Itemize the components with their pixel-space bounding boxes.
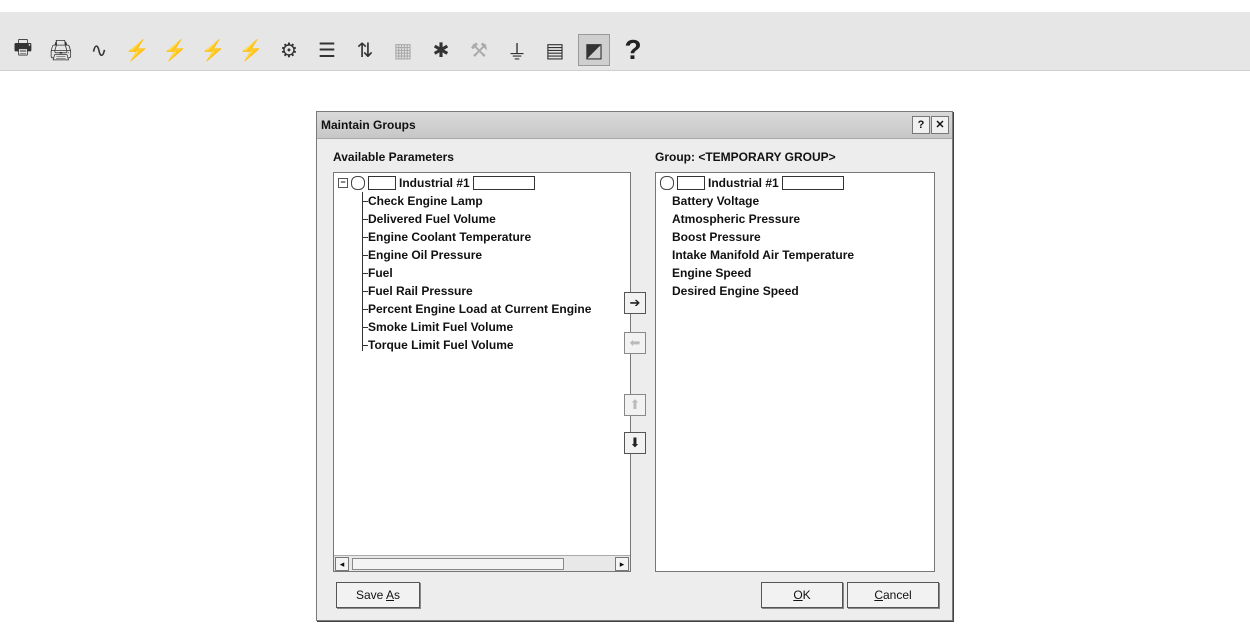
group-root-label: Industrial #1 [708,176,779,190]
root-prefix-box [368,176,396,190]
toolbar: 🖶 🖨 ∿ ⚡ ⚡ ⚡ ⚡ ⚙ ☰ ⇅ ▦ ✱ ⚒ ⏚ ▤ ◩ ? [8,34,648,66]
save-as-mnemonic: A [386,588,395,602]
root-suffix-box [781,176,844,190]
maintain-groups-dialog: Maintain Groups ? ✕ Available Parameters… [316,111,953,621]
group-root-row[interactable]: Industrial #1 [660,174,844,192]
flash-icon[interactable]: ⚡ [160,35,190,65]
list-item[interactable]: Fuel Rail Pressure [362,282,473,300]
tool-icon[interactable]: ⚒ [464,35,494,65]
group-header: Group: <TEMPORARY GROUP> [655,150,836,164]
dialog-titlebar: Maintain Groups ? ✕ [317,112,952,139]
horizontal-scrollbar[interactable]: ◂ ▸ [334,555,630,571]
document-icon[interactable]: ▤ [540,35,570,65]
list-item[interactable]: Engine Speed [672,264,751,282]
available-root-row[interactable]: − Industrial #1 [338,174,535,192]
menu-bar: 🖶 🖨 ∿ ⚡ ⚡ ⚡ ⚡ ⚙ ☰ ⇅ ▦ ✱ ⚒ ⏚ ▤ ◩ ? [0,12,1250,71]
dialog-close-button[interactable]: ✕ [931,116,949,134]
node-icon [660,176,674,190]
list-item[interactable]: Percent Engine Load at Current Engine [362,300,591,318]
list-item[interactable]: Battery Voltage [672,192,759,210]
flash-icon[interactable]: ⚡ [198,35,228,65]
counter-icon[interactable]: ⇅ [350,35,380,65]
print-preview-icon[interactable]: 🖨 [46,35,76,65]
ok-suffix: K [802,588,811,602]
save-as-prefix: Save [355,588,386,602]
bug-icon[interactable]: ✱ [426,35,456,65]
group-parameters-list[interactable]: Industrial #1 Battery Voltage Atmospheric… [655,172,935,572]
waveform-icon[interactable]: ∿ [84,35,114,65]
list-item[interactable]: Intake Manifold Air Temperature [672,246,854,264]
list-item[interactable]: Boost Pressure [672,228,761,246]
available-root-label: Industrial #1 [399,176,470,190]
print-icon[interactable]: 🖶 [8,35,38,65]
save-as-suffix: s [394,588,401,602]
help-icon[interactable]: ? [618,34,648,65]
cancel-button[interactable]: Cancel [847,582,939,608]
remove-parameter-button[interactable]: ⬅ [624,332,646,354]
scroll-thumb[interactable] [352,558,564,570]
root-suffix-box [472,176,535,190]
list-item[interactable]: Atmospheric Pressure [672,210,800,228]
save-as-button[interactable]: Save As [336,582,420,608]
scroll-left-icon[interactable]: ◂ [335,557,349,571]
dialog-help-button[interactable]: ? [912,116,930,134]
grid-icon[interactable]: ▦ [388,35,418,65]
root-prefix-box [677,176,705,190]
list-item[interactable]: Fuel [362,264,393,282]
scroll-right-icon[interactable]: ▸ [615,557,629,571]
dialog-title: Maintain Groups [321,118,416,132]
plug-icon[interactable]: ⏚ [502,35,532,65]
available-parameters-header: Available Parameters [333,150,454,164]
ok-mnemonic: O [793,588,803,602]
move-up-button[interactable]: ⬆ [624,394,646,416]
add-parameter-button[interactable]: ➔ [624,292,646,314]
list-item[interactable]: Engine Oil Pressure [362,246,482,264]
cancel-mnemonic: C [874,588,883,602]
list-item[interactable]: Torque Limit Fuel Volume [362,336,514,354]
flash-icon[interactable]: ⚡ [236,35,266,65]
list-item[interactable]: Check Engine Lamp [362,192,483,210]
calibrate-icon[interactable]: ⚙ [274,35,304,65]
node-icon [351,176,365,190]
collapse-icon[interactable]: − [338,178,348,188]
flash-icon[interactable]: ⚡ [122,35,152,65]
chart-icon[interactable]: ◩ [578,34,610,66]
list-item[interactable]: Delivered Fuel Volume [362,210,496,228]
list-item[interactable]: Desired Engine Speed [672,282,799,300]
ok-button[interactable]: OK [761,582,843,608]
list-icon[interactable]: ☰ [312,35,342,65]
list-item[interactable]: Smoke Limit Fuel Volume [362,318,513,336]
move-down-button[interactable]: ⬇ [624,432,646,454]
available-parameters-list[interactable]: − Industrial #1 Check Engine Lamp Deliver… [333,172,631,572]
list-item[interactable]: Engine Coolant Temperature [362,228,531,246]
cancel-suffix: ancel [882,588,912,602]
